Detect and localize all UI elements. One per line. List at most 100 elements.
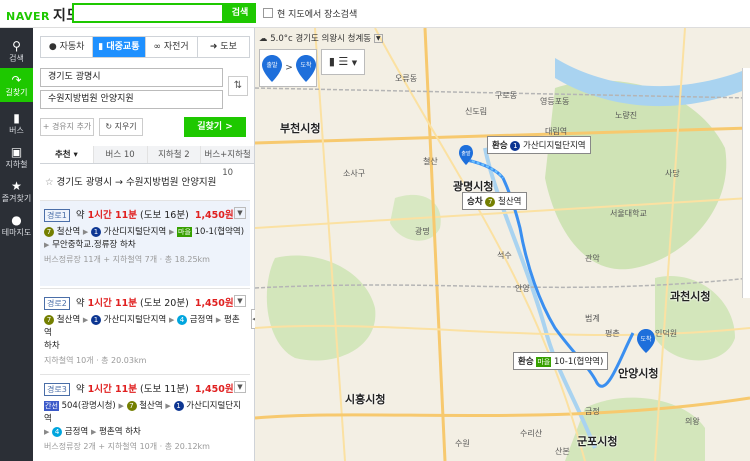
district-label: 노량진 xyxy=(615,111,638,120)
district-label: 광명 xyxy=(415,227,430,236)
map-canvas[interactable]: ☁ 5.0°c 경기도 의왕시 청계동 ▼ 출발 > 도착 ▮ ☰ ▼ 출발 도… xyxy=(255,28,750,461)
district-label: 의왕 xyxy=(685,417,700,426)
city-label[interactable]: 군포시청 xyxy=(577,433,617,449)
route-result-2[interactable]: 경로2 약 1시간 11분 (도보 20분) 1,450원 ▼ 7 철산역 ▶ … xyxy=(40,288,250,372)
start-marker[interactable]: 출발 xyxy=(458,144,474,166)
transfer-label-2[interactable]: 환승 마을 10-1(협약역) xyxy=(513,352,609,370)
subway-icon: ▣ xyxy=(10,145,23,159)
city-label[interactable]: 과천시청 xyxy=(670,288,710,304)
swap-icon[interactable]: ⇅ xyxy=(228,76,248,96)
left-nav: ⚲ 검색 ↷ 길찾기 ▮ 버스 ▣ 지하철 ★ 즐겨찾기 ● 테마지도 xyxy=(0,28,33,461)
nav-favorites[interactable]: ★ 즐겨찾기 xyxy=(0,174,33,208)
route-time: 1시간 11분 xyxy=(87,210,137,221)
chevron-down-icon[interactable]: ▼ xyxy=(234,295,246,307)
transit-filter-control[interactable]: ▮ ☰ ▼ xyxy=(321,49,365,75)
star-icon: ★ xyxy=(11,179,22,193)
city-label[interactable]: 광명시청 xyxy=(453,178,493,194)
transfer-label-1[interactable]: 환승 1 가산디지털단지역 xyxy=(487,136,591,154)
board-label[interactable]: 승차 7 철산역 xyxy=(462,192,527,210)
route-steps: 간선 504(광명시청) ▶ 7 철산역 ▶ 1 가산디지털단지역 ▶ 4 금정… xyxy=(44,400,241,437)
end-marker[interactable]: 도착 xyxy=(636,328,656,354)
transport-mode-tabs: ● 자동차 ▮ 대중교통 ∞ 자전거 ➜ 도보 xyxy=(40,36,250,58)
map-area-search-label: 현 지도에서 장소검색 xyxy=(277,10,358,20)
naver-logo[interactable]: NAVER 지도 xyxy=(6,5,80,25)
nav-bus[interactable]: ▮ 버스 xyxy=(0,106,33,140)
theme-map-icon: ● xyxy=(11,213,22,227)
route-steps: 7 철산역 ▶ 1 가산디지털단지역 ▶ 마을 10-1(협약역) ▶ 무안중학… xyxy=(44,226,245,250)
weather-widget[interactable]: ☁ 5.0°c 경기도 의왕시 청계동 ▼ xyxy=(259,32,383,44)
chevron-down-icon[interactable]: ▼ xyxy=(234,207,246,219)
tab-bus[interactable]: 버스 10 xyxy=(94,146,148,163)
chevron-down-icon[interactable]: ▼ xyxy=(234,381,246,393)
city-label[interactable]: 안양시청 xyxy=(618,365,658,381)
district-label: 안양 xyxy=(515,284,530,293)
map-area-search-checkbox[interactable] xyxy=(263,8,273,18)
refresh-icon: ↻ xyxy=(105,122,113,131)
route-summary: ☆ 경기도 광명시 → 수원지방법원 안양지원 xyxy=(45,177,217,188)
svg-text:>: > xyxy=(285,63,293,73)
district-label: 구로동 xyxy=(495,91,518,100)
top-bar: NAVER 지도 검색 현 지도에서 장소검색 xyxy=(0,0,750,28)
add-waypoint-button[interactable]: + 경유지 추가 xyxy=(40,118,94,136)
tab-car[interactable]: ● 자동차 xyxy=(41,37,94,57)
route-time: 1시간 11분 xyxy=(87,384,137,395)
district-label: 수원 xyxy=(455,439,470,448)
chevron-down-icon[interactable]: ▼ xyxy=(373,34,383,43)
find-route-button[interactable]: 길찾기 > xyxy=(184,117,246,137)
nav-subway[interactable]: ▣ 지하철 xyxy=(0,140,33,174)
district-label: 서울대학교 xyxy=(610,209,647,218)
tab-bicycle[interactable]: ∞ 자전거 xyxy=(146,37,198,57)
tab-subway[interactable]: 지하철 2 xyxy=(148,146,202,163)
directions-panel: ● 자동차 ▮ 대중교통 ∞ 자전거 ➜ 도보 경기도 광명시 수원지방법원 안… xyxy=(33,28,255,461)
nav-directions[interactable]: ↷ 길찾기 xyxy=(0,68,33,102)
search-button[interactable]: 검색 xyxy=(224,3,256,23)
district-label: 영등포동 xyxy=(540,97,570,106)
tab-bus-subway[interactable]: 버스+지하철 10 xyxy=(201,146,254,178)
route-meta: 버스정류장 11개 + 지하철역 7개 · 총 18.25km xyxy=(44,255,210,264)
tab-transit[interactable]: ▮ 대중교통 xyxy=(93,37,146,57)
map-zoom-control[interactable] xyxy=(742,68,750,298)
district-label: 관악 xyxy=(585,254,600,263)
directions-icon: ↷ xyxy=(11,73,22,87)
route-badge: 경로2 xyxy=(44,297,70,310)
city-label[interactable]: 시흥시청 xyxy=(345,391,385,407)
clear-button[interactable]: ↻ 지우기 xyxy=(99,118,143,136)
district-label: 대림역 xyxy=(545,127,568,136)
district-label: 금정 xyxy=(585,407,600,416)
tab-walk[interactable]: ➜ 도보 xyxy=(198,37,249,57)
nav-theme-map[interactable]: ● 테마지도 xyxy=(0,208,33,242)
route-fare: 1,450원 xyxy=(194,210,234,221)
route-steps: 7 철산역 ▶ 1 가산디지털단지역 ▶ 4 금정역 ▶ 평촌역 하차 xyxy=(44,314,240,351)
district-label: 신도림 xyxy=(465,107,488,116)
destination-field[interactable]: 수원지방법원 안양지원 xyxy=(40,90,223,109)
svg-text:도착: 도착 xyxy=(640,335,652,343)
route-badge: 경로1 xyxy=(44,209,70,222)
district-label: 평촌 xyxy=(605,329,620,338)
restaurant-icon: ☰ xyxy=(338,55,349,68)
route-fare: 1,450원 xyxy=(194,298,234,309)
district-label: 수리산 xyxy=(520,429,543,438)
start-end-pins: 출발 > 도착 xyxy=(262,55,316,82)
chevron-down-icon: ▼ xyxy=(351,59,358,67)
origin-field[interactable]: 경기도 광명시 xyxy=(40,68,223,87)
search-icon: ⚲ xyxy=(12,39,21,53)
district-label: 오류동 xyxy=(395,74,418,83)
district-label: 철산 xyxy=(423,157,438,166)
star-icon[interactable]: ☆ xyxy=(45,177,54,188)
district-label: 소사구 xyxy=(343,169,366,178)
district-label: 사당 xyxy=(665,169,680,178)
route-badge: 경로3 xyxy=(44,383,70,396)
search-input[interactable] xyxy=(72,3,224,23)
result-filter-tabs: 추천 ▾ 버스 10 지하철 2 버스+지하철 10 xyxy=(40,146,254,178)
route-result-3[interactable]: 경로3 약 1시간 11분 (도보 11분) 1,450원 ▼ 간선 504(광… xyxy=(40,374,250,461)
tab-recommended[interactable]: 추천 ▾ xyxy=(40,146,94,163)
bus-icon: ▮ xyxy=(13,111,20,125)
nav-search[interactable]: ⚲ 검색 xyxy=(0,34,33,68)
district-label: 인덕원 xyxy=(655,329,678,338)
district-label: 범계 xyxy=(585,314,600,323)
route-result-1[interactable]: 경로1 약 1시간 11분 (도보 16분) 1,450원 ▼ 7 철산역 ▶ … xyxy=(40,200,250,286)
route-time: 1시간 11분 xyxy=(87,298,137,309)
route-start-end-control[interactable]: 출발 > 도착 xyxy=(259,49,317,87)
city-label[interactable]: 부천시청 xyxy=(280,120,320,136)
bus-icon: ▮ xyxy=(328,55,335,68)
